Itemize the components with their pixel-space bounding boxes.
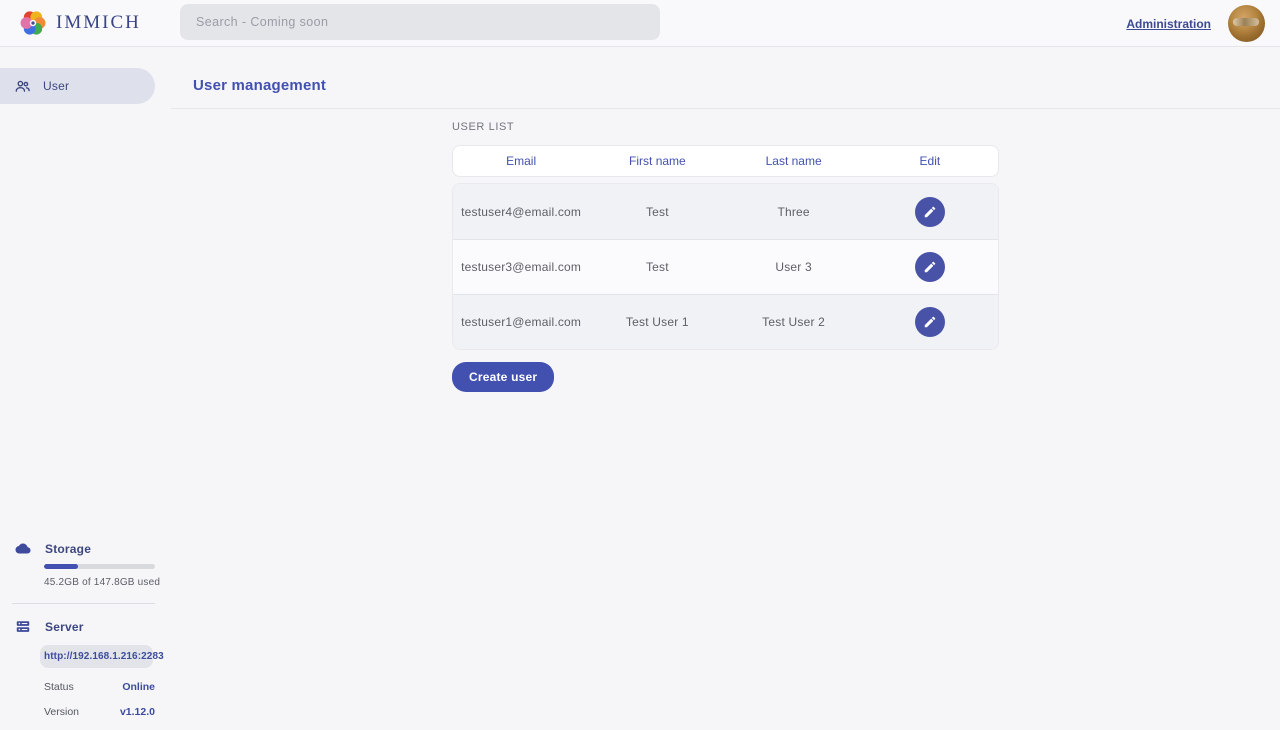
user-first-name: Test: [589, 260, 725, 274]
user-list-section: USER LIST EmailFirst nameLast nameEdit t…: [171, 109, 1280, 392]
server-version-row: Version v1.12.0: [44, 693, 155, 718]
column-header: Email: [453, 154, 589, 168]
user-email: testuser4@email.com: [453, 205, 589, 219]
server-icon: [14, 619, 32, 634]
status-value: Online: [122, 681, 155, 693]
table-row: testuser4@email.com Test Three: [453, 184, 998, 239]
storage-usage-text: 45.2GB of 147.8GB used: [44, 577, 171, 588]
immich-flower-logo: [18, 8, 48, 38]
version-value: v1.12.0: [120, 706, 155, 718]
user-table-body: testuser4@email.com Test Three testuser3…: [452, 183, 999, 350]
sidebar: User Storage 45.2GB of 147.8GB used: [0, 47, 171, 730]
user-email: testuser1@email.com: [453, 315, 589, 329]
people-icon: [14, 78, 31, 95]
pencil-icon: [923, 260, 937, 274]
user-first-name: Test User 1: [589, 315, 725, 329]
administration-link[interactable]: Administration: [1126, 17, 1211, 31]
top-navbar: IMMICH Administration: [0, 0, 1280, 47]
server-header: Server: [0, 619, 171, 634]
server-status-row: Status Online: [44, 668, 155, 693]
cloud-icon: [14, 541, 32, 556]
main-content: User management USER LIST EmailFirst nam…: [171, 47, 1280, 730]
sidebar-footer: Storage 45.2GB of 147.8GB used Server: [0, 541, 171, 718]
user-table: EmailFirst nameLast nameEdit testuser4@e…: [452, 145, 999, 350]
pencil-icon: [923, 205, 937, 219]
storage-header: Storage: [0, 541, 171, 556]
column-header: Last name: [726, 154, 862, 168]
edit-user-button[interactable]: [915, 307, 945, 337]
storage-progress-bar: [44, 564, 155, 569]
user-last-name: Test User 2: [726, 315, 862, 329]
sidebar-item-label: User: [43, 79, 69, 93]
table-row: testuser1@email.com Test User 1 Test Use…: [453, 294, 998, 349]
storage-progress-fill: [44, 564, 78, 569]
create-user-button[interactable]: Create user: [452, 362, 554, 392]
edit-user-button[interactable]: [915, 252, 945, 282]
avatar[interactable]: [1228, 5, 1265, 42]
user-first-name: Test: [589, 205, 725, 219]
sidebar-item-user[interactable]: User: [0, 68, 155, 104]
sidebar-divider: [12, 603, 155, 604]
column-header: First name: [589, 154, 725, 168]
brand-name: IMMICH: [56, 12, 141, 34]
pencil-icon: [923, 315, 937, 329]
user-last-name: Three: [726, 205, 862, 219]
user-email: testuser3@email.com: [453, 260, 589, 274]
user-table-header: EmailFirst nameLast nameEdit: [452, 145, 999, 177]
edit-user-button[interactable]: [915, 197, 945, 227]
status-label: Status: [44, 681, 74, 693]
user-list-label: USER LIST: [452, 121, 1280, 133]
search-input[interactable]: [180, 4, 660, 40]
server-url: http://192.168.1.216:2283: [40, 645, 153, 668]
storage-title: Storage: [45, 542, 91, 556]
column-header: Edit: [862, 154, 998, 168]
version-label: Version: [44, 706, 79, 718]
page-title: User management: [193, 77, 1280, 94]
brand[interactable]: IMMICH: [0, 8, 141, 38]
user-last-name: User 3: [726, 260, 862, 274]
navbar-right: Administration: [1126, 0, 1265, 47]
table-row: testuser3@email.com Test User 3: [453, 239, 998, 294]
server-title: Server: [45, 620, 84, 634]
